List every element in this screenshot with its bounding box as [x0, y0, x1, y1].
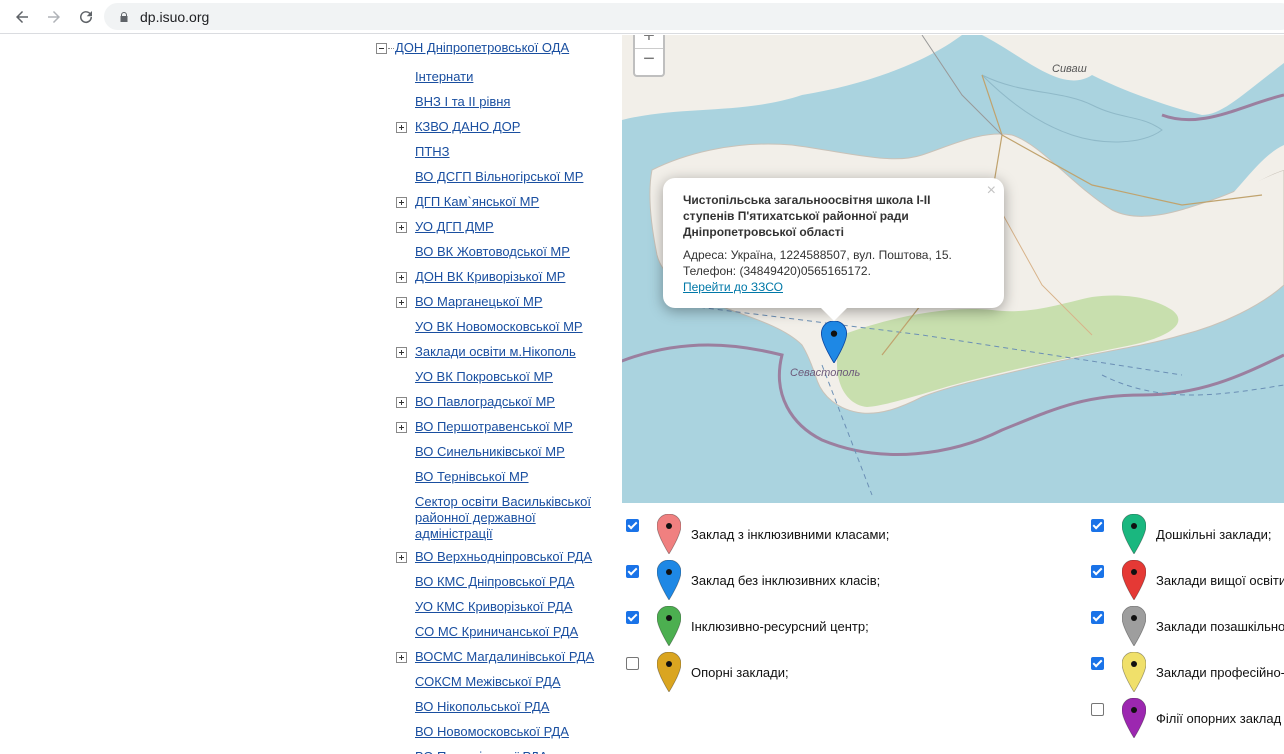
tree-item[interactable]: ВО Нікопольської РДА	[415, 699, 600, 715]
tree-item[interactable]: ВО Тернівської МР	[415, 469, 600, 485]
popup-phone: Телефон: (34849420)0565165172.	[683, 264, 871, 278]
arrow-right-icon	[48, 11, 60, 23]
tree-expand-toggle[interactable]	[396, 297, 407, 308]
tree-expand-toggle[interactable]	[396, 552, 407, 563]
tree-item[interactable]: ВО Першотравенської МР	[415, 419, 600, 435]
tree-item[interactable]: ВОСМС Магдалинівської РДА	[415, 649, 600, 665]
popup-link[interactable]: Перейти до ЗЗСО	[683, 279, 984, 295]
map-pin-icon	[1122, 606, 1146, 646]
tree-item[interactable]: ВО Верхньодніпровської РДА	[415, 549, 600, 565]
url-text: dp.isuo.org	[140, 8, 210, 25]
forward-button[interactable]	[38, 1, 70, 33]
tree-item[interactable]: Заклади освіти м.Нікополь	[415, 344, 600, 360]
tree-expand-toggle[interactable]	[396, 422, 407, 433]
tree-expand-toggle[interactable]	[396, 397, 407, 408]
tree-item[interactable]: ДГП Кам`янської МР	[415, 194, 600, 210]
zoom-in-button[interactable]: +	[635, 35, 663, 47]
map-marker-school[interactable]	[821, 321, 847, 363]
map-pin-icon	[657, 652, 681, 692]
institution-tree: ДОН Дніпропетровської ОДА Інтернати ВНЗ І…	[0, 35, 622, 754]
tree-item[interactable]: СО МС Криничанської РДА	[415, 624, 600, 640]
legend-label: Інклюзивно-ресурсний центр;	[691, 619, 869, 634]
map[interactable]: Сиваш Севастополь + − × Чистопільська за…	[622, 35, 1284, 503]
tree-expand-toggle[interactable]	[396, 347, 407, 358]
legend-checkbox[interactable]	[1091, 703, 1104, 716]
tree-item[interactable]: УО КМС Криворізької РДА	[415, 599, 600, 615]
legend-checkbox[interactable]	[626, 565, 639, 578]
tree-item[interactable]: ВО КМС Дніпровської РДА	[415, 574, 600, 590]
tree-item[interactable]: СОКСМ Межівської РДА	[415, 674, 600, 690]
tree-expand-toggle[interactable]	[396, 197, 407, 208]
tree-expand-toggle[interactable]	[396, 272, 407, 283]
tree-item[interactable]: УО ДГП ДМР	[415, 219, 600, 235]
tree-item[interactable]: КЗВО ДАНО ДОР	[415, 119, 600, 135]
tree-expand-toggle[interactable]	[396, 652, 407, 663]
tree-item[interactable]: Інтернати	[415, 69, 600, 85]
arrow-left-icon	[16, 11, 28, 23]
legend-checkbox[interactable]	[626, 657, 639, 670]
legend-label: Філії опорних заклад	[1156, 711, 1282, 726]
map-label-sevastopol: Севастополь	[790, 367, 861, 379]
legend-label: Заклад з інклюзивними класами;	[691, 527, 890, 542]
tree-item[interactable]: ВО Марганецької МР	[415, 294, 600, 310]
legend-checkbox[interactable]	[1091, 519, 1104, 532]
map-label-sivash: Сиваш	[1052, 63, 1087, 75]
legend-checkbox[interactable]	[1091, 657, 1104, 670]
school-popup: × Чистопільська загальноосвітня школа І-…	[663, 178, 1004, 308]
tree-item[interactable]: ВО Новомосковської РДА	[415, 724, 600, 740]
address-bar[interactable]: dp.isuo.org	[104, 3, 1284, 30]
map-pin-icon	[657, 560, 681, 600]
legend-label: Опорні заклади;	[691, 665, 789, 680]
legend-checkbox[interactable]	[626, 519, 639, 532]
map-pin-icon	[1122, 514, 1146, 554]
legend-label: Заклад без інклюзивних класів;	[691, 573, 881, 588]
map-pin-icon	[1122, 652, 1146, 692]
map-pin-icon	[657, 606, 681, 646]
legend-label: Заклади позашкільно	[1156, 619, 1284, 634]
tree-item[interactable]: ВО ВК Жовтоводської МР	[415, 244, 600, 260]
tree-item[interactable]: ВО Павлоградської МР	[415, 394, 600, 410]
legend-label: Заклади професійно-	[1156, 665, 1284, 680]
browser-toolbar: dp.isuo.org	[0, 0, 1284, 34]
tree-item[interactable]: Сектор освіти Васильківської районної де…	[415, 494, 600, 542]
back-button[interactable]	[6, 1, 38, 33]
tree-item[interactable]: ДОН ВК Криворізької МР	[415, 269, 600, 285]
tree-collapse-toggle[interactable]	[376, 43, 394, 54]
reload-button[interactable]	[70, 1, 102, 33]
tree-item[interactable]: ВО ДСГП Вільногірської МР	[415, 169, 600, 185]
popup-address: Адреса: Україна, 1224588507, вул. Поштов…	[683, 248, 952, 262]
legend-checkbox[interactable]	[626, 611, 639, 624]
tree-item[interactable]: УО ВК Новомосковської МР	[415, 319, 600, 335]
tree-root-label[interactable]: ДОН Дніпропетровської ОДА	[395, 40, 569, 56]
popup-tip	[820, 307, 848, 321]
legend-checkbox[interactable]	[1091, 565, 1104, 578]
popup-close-button[interactable]: ×	[987, 182, 996, 200]
tree-expand-toggle[interactable]	[396, 122, 407, 133]
zoom-out-button[interactable]: −	[635, 48, 663, 70]
map-pin-icon	[1122, 560, 1146, 600]
zoom-control: + −	[633, 35, 665, 77]
map-pin-icon	[657, 514, 681, 554]
tree-item[interactable]: УО ВК Покровської МР	[415, 369, 600, 385]
legend-label: Заклади вищої освіти	[1156, 573, 1284, 588]
tree-expand-toggle[interactable]	[396, 222, 407, 233]
tree-item[interactable]: ВО Петриківської РДА	[415, 749, 600, 754]
lock-icon	[120, 11, 128, 22]
tree-item[interactable]: ВО Синельниківської МР	[415, 444, 600, 460]
reload-icon	[80, 11, 93, 24]
tree-item[interactable]: ВНЗ І та ІІ рівня	[415, 94, 600, 110]
map-pin-icon	[1122, 698, 1146, 738]
popup-title: Чистопільська загальноосвітня школа І-ІІ…	[683, 193, 931, 239]
legend-label: Дошкільні заклади;	[1156, 527, 1272, 542]
legend-checkbox[interactable]	[1091, 611, 1104, 624]
tree-item[interactable]: ПТНЗ	[415, 144, 600, 160]
